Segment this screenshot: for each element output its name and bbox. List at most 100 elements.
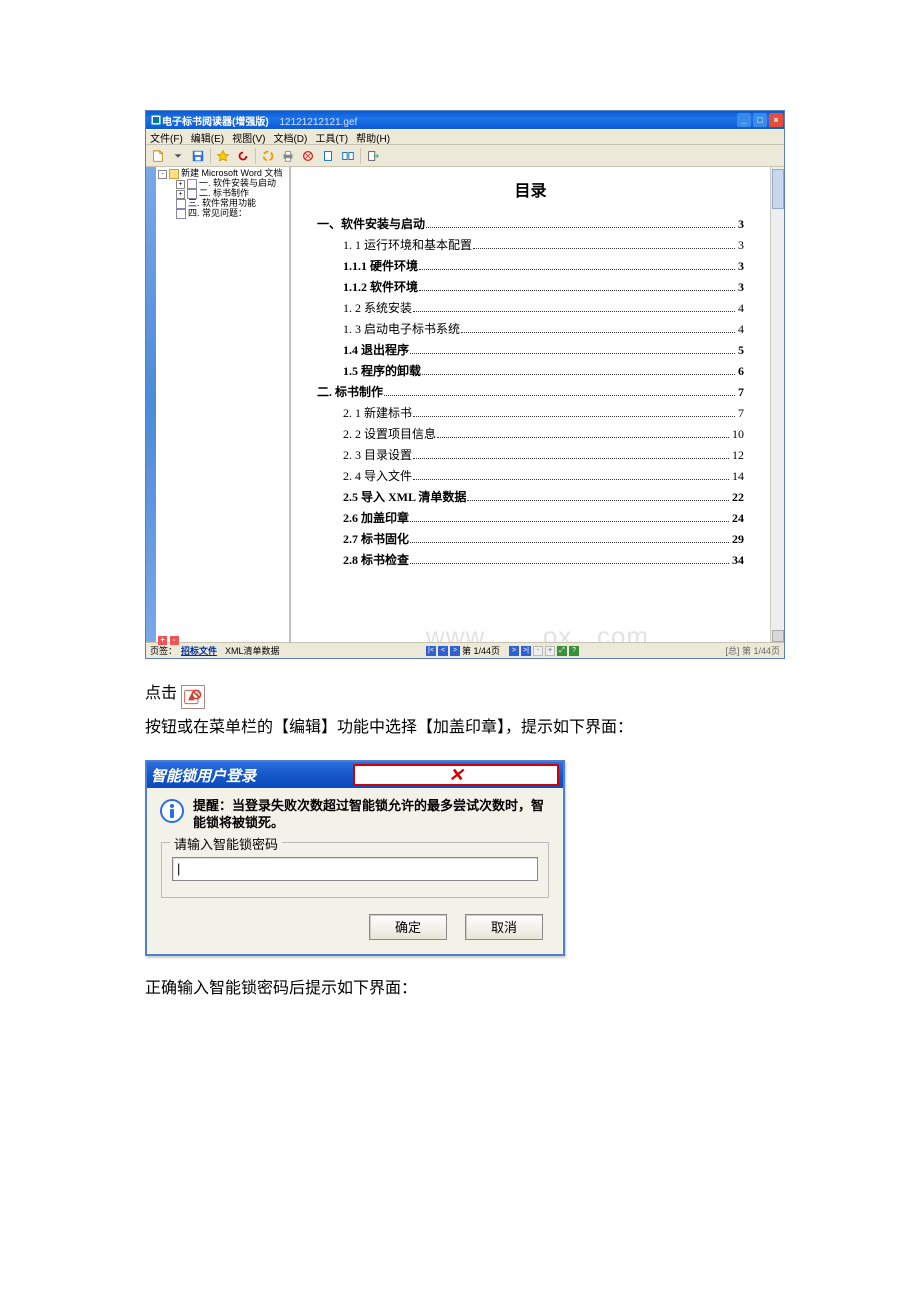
nav-next-icon[interactable]: > xyxy=(450,646,460,656)
menu-help[interactable]: 帮助(H) xyxy=(356,130,390,145)
toc-dots xyxy=(413,479,729,480)
status-red-icon[interactable]: - xyxy=(170,636,179,645)
seal-button-icon[interactable] xyxy=(181,685,205,709)
toc-dots xyxy=(413,458,729,459)
toc-row[interactable]: 2. 4 导入文件14 xyxy=(317,467,744,484)
toc-label: 1.4 退出程序 xyxy=(343,341,409,358)
toc-label: 2.6 加盖印章 xyxy=(343,509,409,526)
toc-row[interactable]: 1.1.1 硬件环境3 xyxy=(317,257,744,274)
toc-row[interactable]: 2.8 标书检查 34 xyxy=(317,551,744,568)
status-red-icon[interactable]: + xyxy=(158,636,167,645)
toc-page: 4 xyxy=(738,301,744,316)
cancel-button[interactable]: 取消 xyxy=(465,914,543,940)
loading-icon[interactable] xyxy=(259,147,277,165)
stamp-icon[interactable] xyxy=(299,147,317,165)
toc-label: 2. 4 导入文件 xyxy=(343,467,412,484)
window-maximize-button[interactable]: □ xyxy=(753,113,767,127)
close-icon[interactable]: ✕ xyxy=(353,764,559,786)
toc-dots xyxy=(410,353,735,354)
app-window: 电子标书阅读器(增强版) 12121212121.gef _ □ × 文件(F)… xyxy=(145,110,785,659)
content-pane: 目录 一、软件安装与启动31. 1 运行环境和基本配置31.1.1 硬件环境31… xyxy=(291,167,784,642)
toc-row[interactable]: 1.5 程序的卸载6 xyxy=(317,362,744,379)
password-input[interactable] xyxy=(172,857,538,881)
text-after-login: 正确输入智能锁密码后提示如下界面： xyxy=(145,972,785,1006)
doc-icon xyxy=(176,199,186,209)
toc-page: 7 xyxy=(738,385,744,400)
toc-row[interactable]: 2. 1 新建标书7 xyxy=(317,404,744,421)
toc-page: 4 xyxy=(738,322,744,337)
nav-prev-icon[interactable]: < xyxy=(438,646,448,656)
toc-row[interactable]: 1. 2 系统安装4 xyxy=(317,299,744,316)
toc-row[interactable]: 1.1.2 软件环境3 xyxy=(317,278,744,295)
toc-dots xyxy=(419,269,735,270)
toc-row[interactable]: 1. 3 启动电子标书系统4 xyxy=(317,320,744,337)
scroll-down-icon[interactable] xyxy=(772,630,784,642)
exit-icon[interactable] xyxy=(364,147,382,165)
tree-item[interactable]: 四. 常见问题： xyxy=(188,209,247,218)
nav-first-icon[interactable]: |< xyxy=(426,646,436,656)
menu-tools[interactable]: 工具(T) xyxy=(315,130,348,145)
zoom-out-icon[interactable]: - xyxy=(533,646,543,656)
help-icon[interactable]: ? xyxy=(569,646,579,656)
scroll-thumb[interactable] xyxy=(772,169,784,209)
new-icon[interactable] xyxy=(149,147,167,165)
toc-page: 3 xyxy=(738,238,744,253)
toc-dots xyxy=(461,332,735,333)
tree-expand-icon[interactable]: + xyxy=(176,180,185,189)
toc-row[interactable]: 2. 2 设置项目信息10 xyxy=(317,425,744,442)
menu-view[interactable]: 视图(V) xyxy=(232,130,265,145)
favorite-icon[interactable] xyxy=(214,147,232,165)
login-titlebar: 智能锁用户登录 ✕ xyxy=(147,762,563,788)
tree-expand-icon[interactable]: + xyxy=(176,190,185,199)
toc-row[interactable]: 2.7 标书固化29 xyxy=(317,530,744,547)
menu-edit[interactable]: 编辑(E) xyxy=(191,130,224,145)
view-single-icon[interactable] xyxy=(319,147,337,165)
document-area: 目录 一、软件安装与启动31. 1 运行环境和基本配置31.1.1 硬件环境31… xyxy=(291,167,770,642)
app-title: 电子标书阅读器(增强版) xyxy=(162,117,269,128)
zoom-in-icon[interactable]: + xyxy=(545,646,555,656)
toc-row[interactable]: 1. 1 运行环境和基本配置3 xyxy=(317,236,744,253)
zoom-fit-icon[interactable]: ⤢ xyxy=(557,646,567,656)
toc-label: 2. 1 新建标书 xyxy=(343,404,412,421)
menubar: 文件(F) 编辑(E) 视图(V) 文档(D) 工具(T) 帮助(H) xyxy=(146,129,784,145)
save-icon[interactable] xyxy=(189,147,207,165)
toc-row[interactable]: 2.5 导入 XML 清单数据22 xyxy=(317,488,744,505)
toc-dots xyxy=(473,248,735,249)
toc-dots xyxy=(426,227,735,228)
scrollbar[interactable] xyxy=(770,167,784,642)
toc-row[interactable]: 二. 标书制作7 xyxy=(317,383,744,400)
window-minimize-button[interactable]: _ xyxy=(737,113,751,127)
toc-row[interactable]: 一、软件安装与启动3 xyxy=(317,215,744,232)
tree-pane: - 新建 Microsoft Word 文档 +一. 软件安装与启动 +二. 标… xyxy=(156,167,291,642)
status-link-bid[interactable]: 招标文件 xyxy=(181,644,217,657)
toc-row[interactable]: 2. 3 目录设置12 xyxy=(317,446,744,463)
toc-label: 一、软件安装与启动 xyxy=(317,215,425,232)
print-icon[interactable] xyxy=(279,147,297,165)
toc-label: 2.5 导入 XML 清单数据 xyxy=(343,488,466,505)
menu-file[interactable]: 文件(F) xyxy=(150,130,183,145)
toc-row[interactable]: 2.6 加盖印章 24 xyxy=(317,509,744,526)
statusbar: 页签： 招标文件 XML清单数据 |< < > 第 1/44页 > >| - +… xyxy=(146,642,784,658)
toc-label: 2.8 标书检查 xyxy=(343,551,409,568)
menu-document[interactable]: 文档(D) xyxy=(273,130,307,145)
refresh-icon[interactable] xyxy=(234,147,252,165)
dropdown-icon[interactable] xyxy=(169,147,187,165)
view-double-icon[interactable] xyxy=(339,147,357,165)
status-xml-text[interactable]: XML清单数据 xyxy=(225,644,280,657)
toc-dots xyxy=(422,374,735,375)
toc-label: 1.1.2 软件环境 xyxy=(343,278,418,295)
window-close-button[interactable]: × xyxy=(769,113,783,127)
nav-last-icon[interactable]: >| xyxy=(521,646,531,656)
tree-collapse-icon[interactable]: - xyxy=(158,170,167,179)
nav-go-icon[interactable]: > xyxy=(509,646,519,656)
titlebar: 电子标书阅读器(增强版) 12121212121.gef _ □ × xyxy=(146,111,784,129)
toc-dots xyxy=(467,500,729,501)
password-group: 请输入智能锁密码 xyxy=(161,842,549,898)
login-warning-text: 提醒：当登录失败次数超过智能锁允许的最多尝试次数时，智能锁将被锁死。 xyxy=(193,798,551,832)
toc-row[interactable]: 1.4 退出程序5 xyxy=(317,341,744,358)
toc-page: 24 xyxy=(732,511,744,526)
ok-button[interactable]: 确定 xyxy=(369,914,447,940)
toc-page: 34 xyxy=(732,553,744,568)
toc-title: 目录 xyxy=(317,177,744,201)
toc-label: 2. 2 设置项目信息 xyxy=(343,425,436,442)
